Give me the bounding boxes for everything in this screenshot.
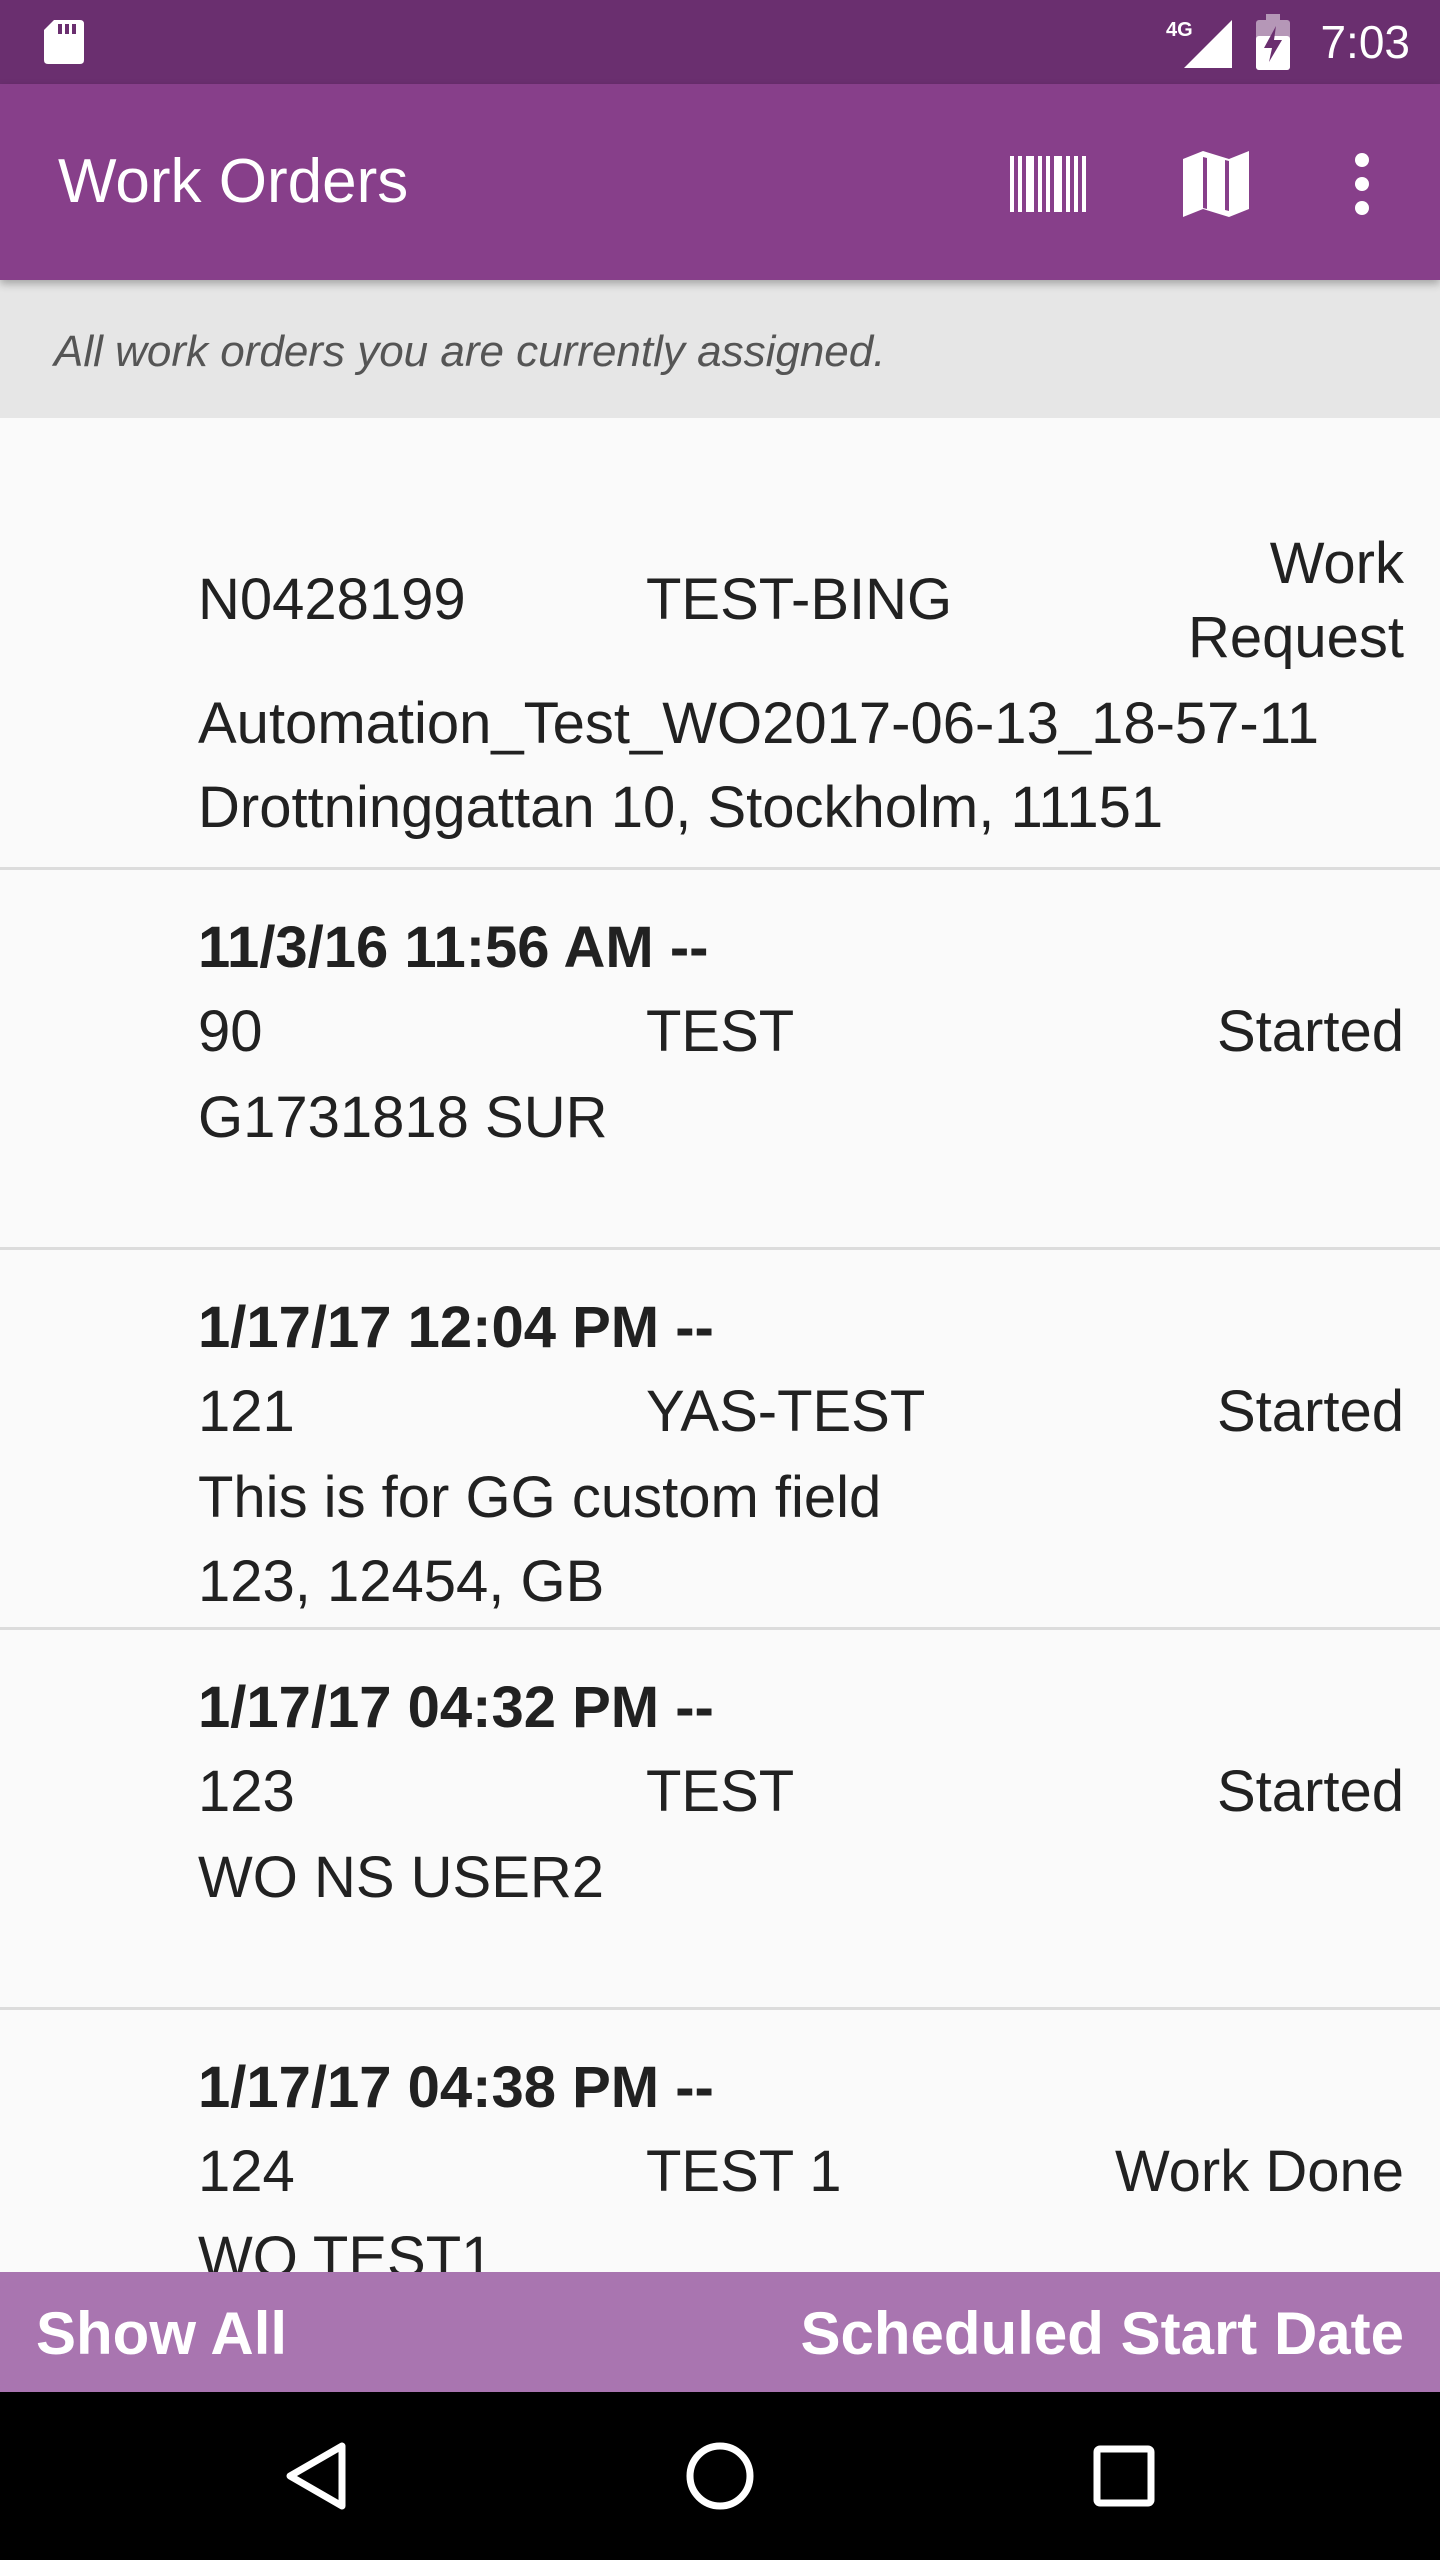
app-bar: Work Orders xyxy=(0,84,1440,280)
home-button[interactable] xyxy=(670,2426,770,2526)
work-order-item[interactable]: 11/3/16 11:56 AM -- 90 TEST Started G173… xyxy=(0,870,1440,1250)
home-icon xyxy=(686,2442,754,2510)
sd-card-icon xyxy=(44,20,84,64)
recent-apps-button[interactable] xyxy=(1074,2426,1174,2526)
subtitle-banner: All work orders you are currently assign… xyxy=(0,280,1440,418)
work-order-code: TEST xyxy=(646,1759,795,1824)
work-order-code: YAS-TEST xyxy=(646,1379,926,1444)
work-order-address: Drottninggattan 10, Stockholm, 11151 xyxy=(198,775,1164,840)
recent-apps-icon xyxy=(1093,2445,1155,2507)
work-order-date: 1/17/17 12:04 PM -- xyxy=(198,1295,714,1360)
sort-by-button[interactable]: Scheduled Start Date xyxy=(801,2300,1405,2368)
work-order-description: This is for GG custom field xyxy=(198,1465,882,1530)
work-order-number: N0428199 xyxy=(198,567,466,632)
work-order-description: WO TEST1 xyxy=(198,2225,494,2272)
work-order-status: Work Done xyxy=(1114,2139,1404,2204)
work-order-item[interactable]: 1/17/17 12:04 PM -- 121 YAS-TEST Started… xyxy=(0,1250,1440,1630)
back-icon xyxy=(286,2442,346,2510)
work-order-description: WO NS USER2 xyxy=(198,1845,605,1910)
work-order-item[interactable]: 1/17/17 04:32 PM -- 123 TEST Started WO … xyxy=(0,1630,1440,2010)
work-order-date: 1/17/17 04:38 PM -- xyxy=(198,2055,714,2120)
clock: 7:03 xyxy=(1320,16,1410,68)
work-order-status: Started xyxy=(1217,1759,1404,1824)
work-order-number: 90 xyxy=(198,999,263,1064)
show-all-filter-button[interactable]: Show All xyxy=(36,2300,287,2368)
bottom-filter-bar: Show All Scheduled Start Date xyxy=(0,2272,1440,2392)
map-button[interactable] xyxy=(1156,124,1276,244)
work-order-status: Started xyxy=(1217,999,1404,1064)
work-orders-screen: 4G 7:03 Work Orders All work orders you … xyxy=(0,0,1440,2560)
work-order-description: Automation_Test_WO2017-06-13_18-57-11 xyxy=(198,691,1319,756)
system-navigation-bar xyxy=(0,2392,1440,2560)
work-order-description: G1731818 SUR xyxy=(198,1085,608,1150)
work-order-list[interactable]: N0428199 TEST-BING Work Request Automati… xyxy=(0,418,1440,2272)
battery-charging-icon xyxy=(1256,14,1290,70)
work-order-date: 11/3/16 11:56 AM -- xyxy=(198,915,709,980)
barcode-scan-button[interactable] xyxy=(988,124,1108,244)
work-order-code: TEST 1 xyxy=(646,2139,842,2204)
work-order-number: 121 xyxy=(198,1379,295,1444)
page-title: Work Orders xyxy=(58,147,409,216)
work-order-item[interactable]: 1/17/17 04:38 PM -- 124 TEST 1 Work Done… xyxy=(0,2010,1440,2272)
work-order-status: Started xyxy=(1217,1379,1404,1444)
map-icon xyxy=(1183,151,1249,217)
work-order-code: TEST-BING xyxy=(646,567,953,632)
back-button[interactable] xyxy=(266,2426,366,2526)
more-options-button[interactable] xyxy=(1302,124,1422,244)
subtitle-text: All work orders you are currently assign… xyxy=(54,327,886,376)
signal-icon: 4G xyxy=(1166,19,1232,68)
network-type-label: 4G xyxy=(1166,19,1193,41)
work-order-number: 123 xyxy=(198,1759,295,1824)
work-order-address: 123, 12454, GB xyxy=(198,1549,605,1614)
work-order-code: TEST xyxy=(646,999,795,1064)
work-order-date: 1/17/17 04:32 PM -- xyxy=(198,1675,714,1740)
work-order-number: 124 xyxy=(198,2139,295,2204)
more-vert-icon xyxy=(1355,153,1369,215)
status-bar: 4G 7:03 xyxy=(0,0,1440,84)
barcode-icon xyxy=(1010,156,1086,212)
work-order-status-line1: Work xyxy=(1269,531,1404,596)
work-order-status-line2: Request xyxy=(1187,605,1404,670)
work-order-item[interactable]: N0428199 TEST-BING Work Request Automati… xyxy=(0,418,1440,870)
